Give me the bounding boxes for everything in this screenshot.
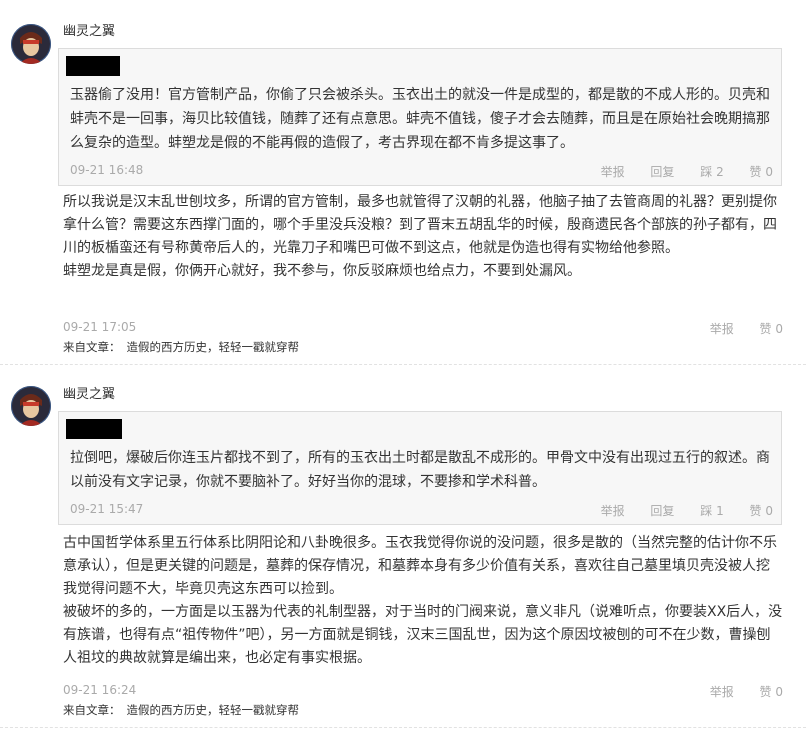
comment-paragraph: 被破坏的多的，一方面是以玉器为代表的礼制型器，对于当时的门阀来说，意义非凡（说难…: [63, 604, 783, 666]
quoted-comment: 玉器偷了没用！官方管制产品，你偷了只会被杀头。玉衣出土的就没一件是成型的，都是散…: [58, 48, 782, 186]
like-button[interactable]: 赞 0: [750, 165, 773, 179]
comment-timestamp: 09-21 16:24: [63, 683, 137, 697]
report-button[interactable]: 举报: [710, 322, 734, 336]
reply-button[interactable]: 回复: [650, 504, 674, 518]
comment-body: 所以我说是汉末乱世刨坟多，所谓的官方管制，最多也就管得了汉朝的礼器，他脑子抽了去…: [63, 191, 783, 283]
source-article: 来自文章： 造假的西方历史，轻轻一戳就穿帮: [63, 339, 299, 355]
comment-divider: [0, 727, 806, 728]
comment-paragraph: 所以我说是汉末乱世刨坟多，所谓的官方管制，最多也就管得了汉朝的礼器，他脑子抽了去…: [63, 194, 777, 256]
username[interactable]: 幽灵之翼: [63, 20, 115, 39]
quoted-text: 拉倒吧，爆破后你连玉片都找不到了，所有的玉衣出土时都是散乱不成形的。甲骨文中没有…: [70, 450, 770, 490]
quoted-timestamp: 09-21 16:48: [70, 163, 144, 177]
comment-paragraph: 蚌塑龙是真是假，你俩开心就好，我不参与，你反驳麻烦也给点力，不要到处漏风。: [63, 263, 581, 279]
dislike-button[interactable]: 踩 2: [700, 165, 723, 179]
like-button[interactable]: 赞 0: [760, 322, 783, 336]
source-label: 来自文章：: [63, 340, 121, 354]
user-avatar[interactable]: [11, 24, 51, 64]
report-button[interactable]: 举报: [601, 504, 625, 518]
quoted-text: 玉器偷了没用！官方管制产品，你偷了只会被杀头。玉衣出土的就没一件是成型的，都是散…: [70, 87, 770, 151]
user-avatar[interactable]: [11, 386, 51, 426]
source-article-link[interactable]: 造假的西方历史，轻轻一戳就穿帮: [127, 703, 300, 717]
source-label: 来自文章：: [63, 703, 121, 717]
comment-timestamp: 09-21 17:05: [63, 320, 137, 334]
reply-button[interactable]: 回复: [650, 165, 674, 179]
comment-divider: [0, 364, 806, 365]
report-button[interactable]: 举报: [710, 685, 734, 699]
source-article: 来自文章： 造假的西方历史，轻轻一戳就穿帮: [63, 702, 299, 718]
comment-meta: 09-21 17:05 举报 赞 0: [63, 320, 783, 336]
redacted-username: [66, 56, 120, 76]
avatar-image: [11, 386, 51, 426]
quoted-comment: 拉倒吧，爆破后你连玉片都找不到了，所有的玉衣出土时都是散乱不成形的。甲骨文中没有…: [58, 411, 782, 525]
like-button[interactable]: 赞 0: [750, 504, 773, 518]
username[interactable]: 幽灵之翼: [63, 383, 115, 402]
quoted-timestamp: 09-21 15:47: [70, 502, 144, 516]
source-article-link[interactable]: 造假的西方历史，轻轻一戳就穿帮: [127, 340, 300, 354]
redacted-username: [66, 419, 122, 439]
quoted-meta: 09-21 15:47 举报 回复 踩 1 赞 0: [70, 502, 773, 518]
comment-paragraph: 古中国哲学体系里五行体系比阴阳论和八卦晚很多。玉衣我觉得你说的没问题，很多是散的…: [63, 535, 777, 597]
comment-body: 古中国哲学体系里五行体系比阴阳论和八卦晚很多。玉衣我觉得你说的没问题，很多是散的…: [63, 532, 783, 670]
quoted-meta: 09-21 16:48 举报 回复 踩 2 赞 0: [70, 163, 773, 179]
report-button[interactable]: 举报: [601, 165, 625, 179]
dislike-button[interactable]: 踩 1: [700, 504, 723, 518]
comment-meta: 09-21 16:24 举报 赞 0: [63, 683, 783, 699]
like-button[interactable]: 赞 0: [760, 685, 783, 699]
avatar-image: [11, 24, 51, 64]
